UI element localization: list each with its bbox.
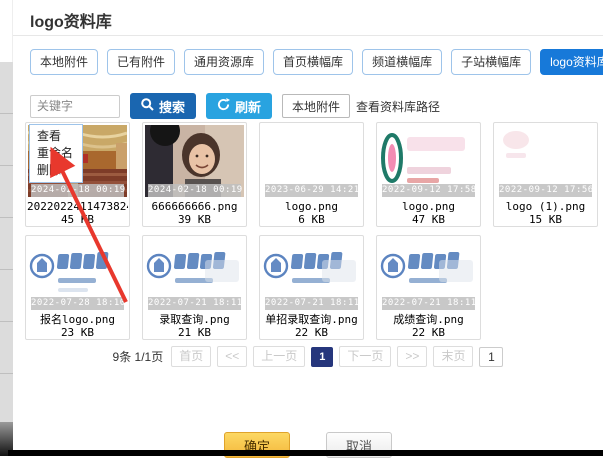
background-strip-top	[0, 0, 13, 62]
file-size: 22 KB	[378, 326, 479, 339]
timestamp-overlay: 2023-06-29 14:21	[265, 184, 358, 197]
background-page-strip	[0, 0, 13, 456]
tab-channel-banner-library[interactable]: 频道横幅库	[362, 49, 442, 75]
context-menu-delete[interactable]: 删除	[37, 162, 75, 179]
file-name: 20220224114738246.jpg	[27, 200, 128, 213]
dialog-title: logo资料库	[30, 8, 112, 32]
pagination-bar: 9条 1/1页 首页 << 上一页 1 下一页 >> 末页	[13, 346, 603, 367]
file-size: 15 KB	[495, 213, 596, 226]
file-name: 666666666.png	[144, 200, 245, 213]
last-page-button[interactable]: 末页	[433, 346, 473, 367]
timestamp-overlay: 2022-07-21 18:11	[382, 297, 475, 310]
refresh-icon	[217, 98, 230, 114]
current-page-indicator: 1	[311, 347, 333, 367]
file-name: 单招录取查询.png	[261, 313, 362, 326]
search-button[interactable]: 搜索	[130, 93, 196, 119]
file-name: 录取查询.png	[144, 313, 245, 326]
first-page-button[interactable]: 首页	[171, 346, 211, 367]
file-grid-row-2: 2022-07-28 18:10 报名logo.png 23 KB	[25, 235, 481, 340]
refresh-button-label: 刷新	[235, 97, 261, 116]
file-name: 成绩查询.png	[378, 313, 479, 326]
tab-existing-attachment[interactable]: 已有附件	[107, 49, 175, 75]
context-menu: 查看 重命名 删除	[29, 124, 83, 183]
timestamp-overlay: 2022-07-21 18:11	[148, 297, 241, 310]
view-library-path-link[interactable]: 查看资料库路径	[356, 98, 440, 115]
file-size: 23 KB	[27, 326, 128, 339]
local-attachment-button[interactable]: 本地附件	[282, 94, 350, 118]
file-card[interactable]: 2022-07-28 18:10 报名logo.png 23 KB	[25, 235, 130, 340]
file-card[interactable]: 2022-09-12 17:58 logo.png 47 KB	[376, 122, 481, 227]
next-page-button[interactable]: 下一页	[339, 346, 391, 367]
file-name: logo.png	[261, 200, 362, 213]
file-size: 39 KB	[144, 213, 245, 226]
timestamp-overlay: 2022-09-12 17:58	[382, 184, 475, 197]
search-icon	[141, 98, 154, 114]
timestamp-overlay: 2024-02-18 00:19	[31, 184, 124, 197]
file-name: 报名logo.png	[27, 313, 128, 326]
fast-next-button[interactable]: >>	[397, 346, 427, 367]
tab-logo-library[interactable]: logo资料库	[540, 49, 603, 75]
timestamp-overlay: 2022-07-21 18:11	[265, 297, 358, 310]
background-strip-rows	[0, 62, 13, 422]
context-menu-view[interactable]: 查看	[37, 128, 75, 145]
timestamp-overlay: 2022-07-28 18:10	[31, 297, 124, 310]
tab-home-banner-library[interactable]: 首页横幅库	[273, 49, 353, 75]
prev-page-button[interactable]: 上一页	[253, 346, 305, 367]
timestamp-overlay: 2024-02-18 00:19	[148, 184, 241, 197]
keyword-input[interactable]	[30, 95, 120, 118]
file-size: 22 KB	[261, 326, 362, 339]
file-card[interactable]: 2022-07-21 18:11 单招录取查询.png 22 KB	[259, 235, 364, 340]
timestamp-overlay: 2022-09-12 17:56	[499, 184, 592, 197]
tab-subsite-banner-library[interactable]: 子站横幅库	[451, 49, 531, 75]
refresh-button[interactable]: 刷新	[206, 93, 272, 119]
file-card[interactable]: 2022-09-12 17:56 logo (1).png 15 KB	[493, 122, 598, 227]
file-size: 47 KB	[378, 213, 479, 226]
file-card[interactable]: 2023-06-29 14:21 logo.png 6 KB	[259, 122, 364, 227]
fast-prev-button[interactable]: <<	[217, 346, 247, 367]
file-size: 45 KB	[27, 213, 128, 226]
tab-local-attachment[interactable]: 本地附件	[30, 49, 98, 75]
tab-general-resource-library[interactable]: 通用资源库	[184, 49, 264, 75]
page-number-input[interactable]	[479, 347, 503, 367]
file-name: logo.png	[378, 200, 479, 213]
file-name: logo (1).png	[495, 200, 596, 213]
file-card[interactable]: 2024-02-18 00:19 666666666.png 39 KB	[142, 122, 247, 227]
file-card[interactable]: 2022-07-21 18:11 成绩查询.png 22 KB	[376, 235, 481, 340]
file-grid-row-1: 2024-02-18 00:19 20220224114738246.jpg 4…	[25, 122, 598, 227]
file-size: 6 KB	[261, 213, 362, 226]
library-tabs: 本地附件 已有附件 通用资源库 首页横幅库 频道横幅库 子站横幅库 logo资料…	[30, 49, 603, 75]
search-button-label: 搜索	[159, 97, 185, 116]
file-size: 21 KB	[144, 326, 245, 339]
search-toolbar: 搜索 刷新 本地附件 查看资料库路径	[30, 93, 440, 119]
window-bottom-edge	[8, 450, 603, 456]
media-library-dialog: logo资料库 本地附件 已有附件 通用资源库 首页横幅库 频道横幅库 子站横幅…	[13, 0, 603, 456]
context-menu-rename[interactable]: 重命名	[37, 145, 75, 162]
pagination-summary: 9条 1/1页	[113, 348, 164, 365]
file-card[interactable]: 2022-07-21 18:11 录取查询.png 21 KB	[142, 235, 247, 340]
title-divider	[13, 35, 603, 36]
